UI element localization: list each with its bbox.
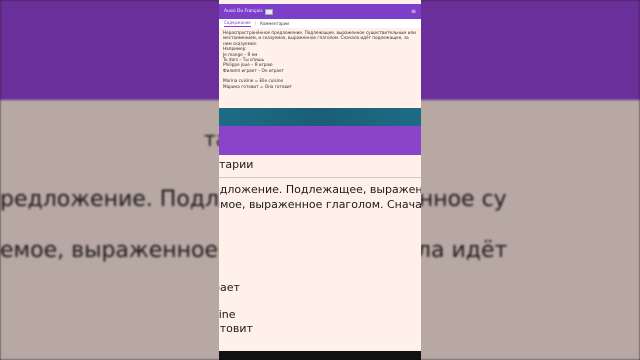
zoomed-section-label: тарии (219, 158, 254, 171)
zoomed-page: тарии едложение. Подлежащее, выраженное … (219, 155, 421, 351)
app-title[interactable]: Aussi Du Français (224, 8, 273, 15)
lesson-paragraph: Нераспространённое предложение. Подлежащ… (223, 30, 416, 46)
lesson-content: Нераспространённое предложение. Подлежащ… (223, 30, 417, 89)
zoomed-verb-line: рает (219, 281, 240, 294)
app-title-text: Aussi Du Français (224, 9, 263, 14)
phone-screen: Aussi Du Français ≡ Содержание / Коммент… (219, 0, 421, 360)
tab-comments[interactable]: Комментарии (260, 21, 289, 26)
tab-bar: Содержание / Комментарии (219, 19, 421, 28)
bottom-bar (219, 351, 421, 360)
purple-banner (219, 126, 421, 155)
zoomed-text-line: имое, выраженное глаголом. Сначала идё (219, 198, 421, 211)
zoomed-verb-line: sine (219, 308, 236, 321)
zoomed-verb-line: отовит (219, 322, 253, 335)
zoomed-divider (219, 177, 421, 178)
tab-separator: / (254, 21, 257, 26)
teal-banner (219, 108, 421, 126)
tab-contents[interactable]: Содержание (224, 20, 251, 27)
hamburger-menu-icon[interactable]: ≡ (411, 8, 416, 15)
flag-icon (264, 8, 273, 15)
example-line: Марина готовит = Она готовит (223, 83, 293, 89)
zoomed-text-line: едложение. Подлежащее, выраженное су (219, 183, 421, 196)
app-header: Aussi Du Français ≡ (219, 4, 421, 19)
